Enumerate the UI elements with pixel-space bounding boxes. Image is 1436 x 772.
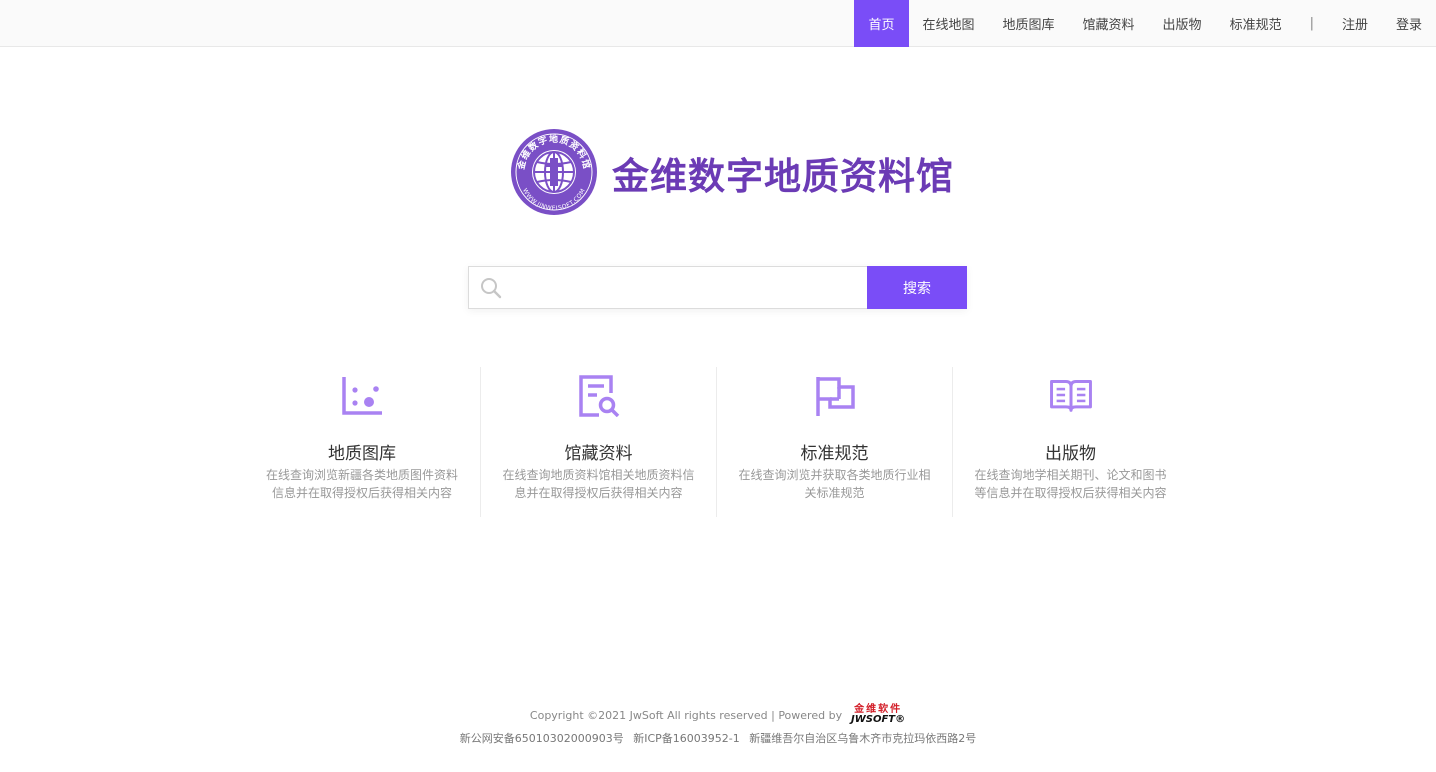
nav-item-online-map[interactable]: 在线地图 [909,0,989,47]
search-field[interactable] [468,266,867,309]
feature-collection[interactable]: 馆藏资料 在线查询地质资料馆相关地质资料信息并在取得授权后获得相关内容 [480,367,716,517]
nav-separator: | [1309,16,1314,31]
open-book-icon [1049,379,1092,412]
feature-description: 在线查询地质资料馆相关地质资料信息并在取得授权后获得相关内容 [502,468,695,500]
feature-grid: 地质图库 在线查询浏览新疆各类地质图件资料信息并在取得授权后获得相关内容 馆藏资… [244,367,1190,517]
feature-description: 在线查询浏览新疆各类地质图件资料信息并在取得授权后获得相关内容 [265,468,458,500]
top-navbar: 首页 在线地图 地质图库 馆藏资料 出版物 标准规范 | 注册 登录 [0,0,1436,47]
globe-emblem-icon: 金维数字地质资料馆 WWW.JINWEISOFT.COM [511,129,597,215]
nav-item-standards[interactable]: 标准规范 [1216,0,1296,47]
chart-dots-icon [342,377,382,415]
site-title: 金维数字地质资料馆 [612,155,954,198]
search-button[interactable]: 搜索 [867,266,967,309]
document-search-icon [578,375,619,417]
register-link[interactable]: 注册 [1328,0,1382,47]
login-link[interactable]: 登录 [1382,0,1436,47]
flag-icon [815,377,855,416]
nav-item-collection[interactable]: 馆藏资料 [1069,0,1149,47]
feature-publications[interactable]: 出版物 在线查询地学相关期刊、论文和图书等信息并在取得授权后获得相关内容 [952,367,1188,517]
feature-standards[interactable]: 标准规范 在线查询浏览并获取各类地质行业相关标准规范 [716,367,952,517]
nav-item-home[interactable]: 首页 [854,0,909,47]
search-icon [481,278,502,299]
page-footer: Copyright ©2021 JwSoft All rights reserv… [0,704,1436,746]
feature-title: 地质图库 [328,444,396,464]
copyright-text: Copyright ©2021 JwSoft All rights reserv… [529,708,843,722]
nav-item-publications[interactable]: 出版物 [1149,0,1216,47]
feature-title: 馆藏资料 [564,444,633,464]
feature-title: 标准规范 [800,444,869,464]
police-record-link[interactable]: 新公网安备65010302000903号 [460,732,624,745]
jwsoft-logo[interactable]: 金维软件 JWSOFT® [850,704,906,726]
address-text: 新疆维吾尔自治区乌鲁木齐市克拉玛依西路2号 [749,732,977,745]
icp-record-link[interactable]: 新ICP备16003952-1 [633,732,740,745]
feature-title: 出版物 [1045,444,1096,464]
jwsoft-logo-en: JWSOFT® [851,714,906,725]
site-logo: 金维数字地质资料馆 WWW.JINWEISOFT.COM 金维数字地质资料馆 [510,128,980,216]
main-nav: 首页 在线地图 地质图库 馆藏资料 出版物 标准规范 | 注册 登录 [854,0,1436,47]
feature-description: 在线查询地学相关期刊、论文和图书等信息并在取得授权后获得相关内容 [974,468,1167,500]
feature-description: 在线查询浏览并获取各类地质行业相关标准规范 [738,468,931,500]
search-bar: 搜索 [468,266,967,309]
feature-geo-map-library[interactable]: 地质图库 在线查询浏览新疆各类地质图件资料信息并在取得授权后获得相关内容 [244,367,480,517]
nav-item-geo-map-library[interactable]: 地质图库 [989,0,1069,47]
search-input[interactable] [509,267,859,308]
